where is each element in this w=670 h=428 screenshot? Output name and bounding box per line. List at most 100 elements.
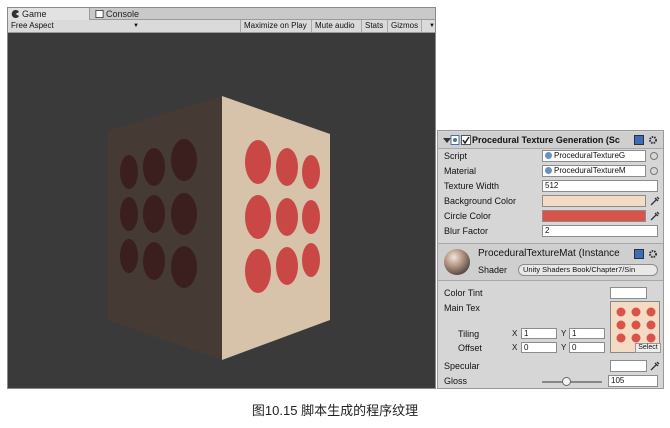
inspector-panel: Procedural Texture Generation (Sc Script… [437,130,664,389]
background-color-swatch[interactable] [542,195,646,207]
left-circle [171,246,197,288]
shader-dropdown[interactable]: Unity Shaders Book/Chapter7/Sin [518,264,658,276]
object-picker-icon[interactable] [650,167,658,175]
circle-color-label: Circle Color [444,211,492,221]
material-field[interactable]: ProceduralTextureM [542,165,646,177]
left-circle [171,193,197,235]
aspect-label: Free Aspect [11,21,54,30]
main-tex-label: Main Tex [444,303,480,313]
chevron-down-icon: ▼ [133,23,139,29]
tab-bar: Game Console [8,8,435,20]
cube-left-circles [120,139,197,288]
texture-width-label: Texture Width [444,181,500,191]
background-color-label: Background Color [444,196,517,206]
right-circle [245,249,271,293]
gizmos-chevron-icon[interactable]: ▼ [426,20,438,32]
aspect-dropdown[interactable]: Free Aspect ▼ [8,20,142,32]
game-viewport[interactable] [8,34,435,388]
maximize-on-play-button[interactable]: Maximize on Play [240,20,310,32]
gloss-label: Gloss [444,376,468,386]
gloss-value-field[interactable]: 105 [608,375,658,387]
eyedropper-icon[interactable] [649,195,660,207]
offset-x-field[interactable]: 0 [521,342,557,353]
texture-dot [631,307,641,317]
game-window: Game Console Free Aspect ▼ Maximize on P… [7,7,436,389]
circle-color-swatch[interactable] [542,210,646,222]
right-circle [302,243,320,277]
left-circle [171,139,197,181]
offset-x-axis-label: X [512,343,518,352]
gloss-slider-handle[interactable] [561,377,571,386]
left-circle [120,239,138,273]
material-name: ProceduralTextureMat (Instance [478,248,620,259]
right-circle [245,140,271,184]
texture-width-row: Texture Width 512 [438,179,663,194]
stats-button[interactable]: Stats [361,20,386,32]
script-label: Script [444,151,468,161]
shader-value: Unity Shaders Book/Chapter7/Sin [523,265,636,274]
tab-game[interactable]: Game [8,8,90,20]
component-title: Procedural Texture Generation (Sc [472,135,620,145]
script-asset-icon [545,152,552,159]
tiling-x-field[interactable]: 1 [521,328,557,339]
material-value: ProceduralTextureM [554,166,626,175]
script-icon [450,135,460,145]
component-header[interactable]: Procedural Texture Generation (Sc [438,132,663,149]
specular-label: Specular [444,361,480,371]
tab-console-label: Console [106,9,140,19]
texture-dot [616,307,626,317]
cube-right-circles [245,140,320,293]
book-icon[interactable] [634,249,644,259]
material-row: Material ProceduralTextureM [438,164,663,179]
script-row: Script ProceduralTextureG [438,149,663,164]
color-tint-label: Color Tint [444,288,483,298]
script-field[interactable]: ProceduralTextureG [542,150,646,162]
blur-factor-field[interactable]: 2 [542,225,658,237]
left-circle [120,197,138,231]
right-circle [302,200,320,234]
tiling-label: Tiling [458,329,480,339]
gloss-row: Gloss 105 [438,374,663,389]
offset-label: Offset [458,343,482,353]
material-header[interactable]: ProceduralTextureMat (Instance Shader Un… [438,243,663,281]
blur-factor-label: Blur Factor [444,226,489,236]
left-circle [143,195,165,233]
eyedropper-icon[interactable] [649,210,660,222]
console-icon [95,10,104,18]
offset-y-field[interactable]: 0 [569,342,605,353]
right-circle [302,155,320,189]
tab-console[interactable]: Console [92,8,162,20]
circle-color-row: Circle Color [438,209,663,224]
left-circle [120,155,138,189]
texture-dot [646,307,656,317]
gear-icon[interactable] [648,135,658,145]
right-circle [245,195,271,239]
specular-row: Specular [438,359,663,374]
texture-width-field[interactable]: 512 [542,180,658,192]
material-label: Material [444,166,477,176]
material-preview-sphere [444,249,470,275]
color-tint-swatch[interactable] [610,287,647,299]
mute-audio-button[interactable]: Mute audio [311,20,358,32]
right-circle [276,148,298,186]
figure-caption: 图10.15 脚本生成的程序纹理 [251,403,419,418]
right-circle [276,198,298,236]
eyedropper-icon[interactable] [649,360,660,372]
background-color-row: Background Color [438,194,663,209]
material-asset-icon [545,167,552,174]
blur-factor-row: Blur Factor 2 [438,224,663,239]
object-picker-icon[interactable] [650,152,658,160]
pacman-icon [11,10,20,18]
tiling-y-field[interactable]: 1 [569,328,605,339]
offset-row: Offset X 0 Y 0 [438,341,663,356]
gizmos-button[interactable]: Gizmos [387,20,423,32]
specular-color-swatch[interactable] [610,360,647,372]
left-circle [143,148,165,186]
gear-icon[interactable] [648,249,658,259]
shader-label: Shader [478,265,508,275]
tab-game-label: Game [22,9,47,19]
gloss-slider-track[interactable] [542,381,602,383]
enabled-checkbox[interactable] [461,135,471,145]
book-icon[interactable] [634,135,644,145]
left-circle [143,242,165,280]
